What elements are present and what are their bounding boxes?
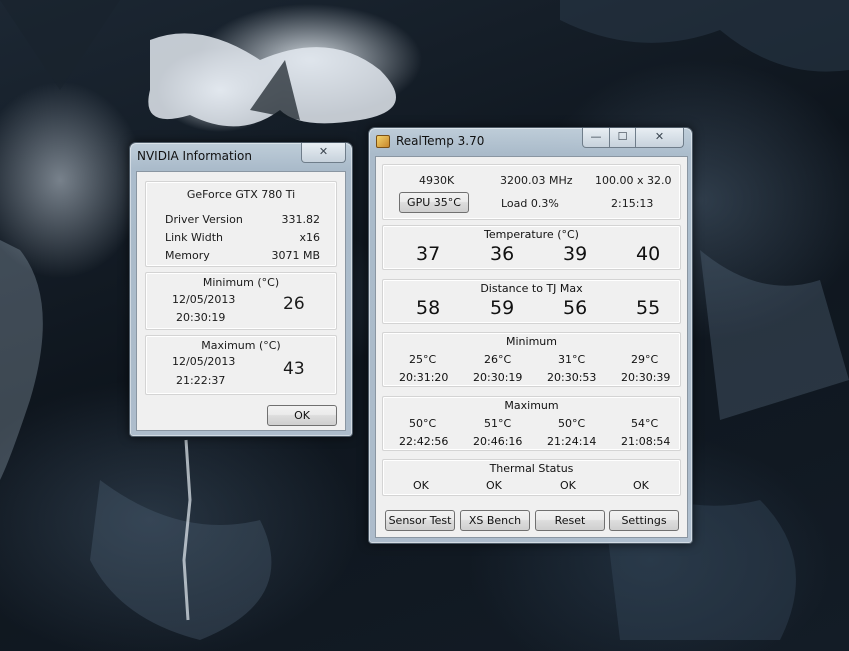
max-temp-2: 50°C (558, 417, 586, 430)
nvidia-close-button[interactable]: ✕ (301, 143, 346, 163)
gpu-minimum-value: 26 (283, 294, 305, 314)
distance-panel: Distance to TJ Max 58 59 56 55 (382, 279, 681, 324)
link-width-label: Link Width (165, 231, 223, 244)
min-time-0: 20:31:20 (399, 371, 449, 384)
core-temp-2: 39 (563, 243, 588, 265)
memory-label: Memory (165, 249, 210, 262)
temperature-panel: Temperature (°C) 37 36 39 40 (382, 225, 681, 270)
min-time-2: 20:30:53 (547, 371, 597, 384)
core-temp-0: 37 (416, 243, 441, 265)
max-time-2: 21:24:14 (547, 435, 597, 448)
core-distance-3: 55 (636, 297, 661, 319)
gpu-minimum-date: 12/05/2013 (172, 293, 236, 306)
gpu-info-panel: GeForce GTX 780 Ti Driver Version 331.82… (145, 181, 337, 267)
core-temp-3: 40 (636, 243, 661, 265)
gpu-minimum-panel: Minimum (°C) 12/05/2013 20:30:19 26 (145, 272, 337, 330)
realtemp-client-area: 4930K 3200.03 MHz 100.00 x 32.0 GPU 35°C… (375, 156, 688, 538)
core-temp-1: 36 (490, 243, 515, 265)
min-temp-1: 26°C (484, 353, 512, 366)
maximize-button[interactable]: ☐ (609, 128, 636, 148)
gpu-temp-button[interactable]: GPU 35°C (399, 192, 469, 213)
min-temp-2: 31°C (558, 353, 586, 366)
reset-button[interactable]: Reset (535, 510, 605, 531)
minimize-icon: — (590, 130, 602, 143)
close-icon: ✕ (654, 130, 665, 143)
maximize-icon: ☐ (617, 130, 628, 143)
min-time-3: 20:30:39 (621, 371, 671, 384)
gpu-name: GeForce GTX 780 Ti (186, 188, 296, 201)
thermal-status-3: OK (633, 479, 649, 492)
cpu-multiplier: 100.00 x 32.0 (595, 174, 672, 187)
min-time-1: 20:30:19 (473, 371, 523, 384)
gpu-maximum-panel: Maximum (°C) 12/05/2013 21:22:37 43 (145, 335, 337, 395)
settings-button[interactable]: Settings (609, 510, 679, 531)
minimize-button[interactable]: — (582, 128, 610, 148)
uptime: 2:15:13 (611, 197, 654, 210)
realtemp-window: RealTemp 3.70 — ☐ ✕ 4930K 3200.03 MHz 10… (368, 127, 693, 544)
core-distance-1: 59 (490, 297, 515, 319)
temperature-header: Temperature (°C) (484, 228, 579, 241)
min-temp-0: 25°C (409, 353, 437, 366)
link-width-value: x16 (299, 231, 320, 244)
max-temp-1: 51°C (484, 417, 512, 430)
max-time-1: 20:46:16 (473, 435, 523, 448)
thermal-status-0: OK (413, 479, 429, 492)
sensor-test-button[interactable]: Sensor Test (385, 510, 455, 531)
driver-version-value: 331.82 (281, 213, 321, 226)
max-temp-0: 50°C (409, 417, 437, 430)
ok-button[interactable]: OK (267, 405, 337, 426)
realtemp-window-title: RealTemp 3.70 (396, 134, 485, 148)
thermal-status-header: Thermal Status (489, 462, 574, 475)
gpu-maximum-time: 21:22:37 (176, 374, 226, 387)
max-time-3: 21:08:54 (621, 435, 671, 448)
driver-version-label: Driver Version (165, 213, 243, 226)
cpu-maximum-panel: Maximum 50°C 51°C 50°C 54°C 22:42:56 20:… (382, 396, 681, 451)
core-distance-0: 58 (416, 297, 441, 319)
realtemp-close-button[interactable]: ✕ (635, 128, 684, 148)
cpu-model: 4930K (419, 174, 455, 187)
gpu-minimum-header: Minimum (°C) (202, 276, 280, 289)
cpu-maximum-header: Maximum (504, 399, 559, 412)
memory-value: 3071 MB (271, 249, 320, 262)
realtemp-app-icon (376, 135, 390, 148)
thermal-status-2: OK (560, 479, 576, 492)
realtemp-titlebar[interactable]: RealTemp 3.70 — ☐ ✕ (369, 128, 692, 152)
core-distance-2: 56 (563, 297, 588, 319)
xs-bench-button[interactable]: XS Bench (460, 510, 530, 531)
close-icon: ✕ (318, 145, 329, 158)
min-temp-3: 29°C (631, 353, 659, 366)
thermal-status-1: OK (486, 479, 502, 492)
cpu-info-panel: 4930K 3200.03 MHz 100.00 x 32.0 GPU 35°C… (382, 164, 681, 220)
gpu-maximum-header: Maximum (°C) (201, 339, 281, 352)
max-time-0: 22:42:56 (399, 435, 449, 448)
nvidia-window-title: NVIDIA Information (137, 149, 252, 163)
cpu-minimum-panel: Minimum 25°C 26°C 31°C 29°C 20:31:20 20:… (382, 332, 681, 387)
distance-header: Distance to TJ Max (480, 282, 583, 295)
gpu-maximum-date: 12/05/2013 (172, 355, 236, 368)
thermal-status-panel: Thermal Status OK OK OK OK (382, 459, 681, 496)
gpu-maximum-value: 43 (283, 359, 305, 379)
nvidia-titlebar[interactable]: NVIDIA Information ✕ (130, 143, 352, 167)
max-temp-3: 54°C (631, 417, 659, 430)
cpu-load: Load 0.3% (501, 197, 559, 210)
nvidia-information-window: NVIDIA Information ✕ GeForce GTX 780 Ti … (129, 142, 353, 437)
cpu-minimum-header: Minimum (506, 335, 557, 348)
cpu-frequency: 3200.03 MHz (500, 174, 573, 187)
gpu-minimum-time: 20:30:19 (176, 311, 226, 324)
nvidia-client-area: GeForce GTX 780 Ti Driver Version 331.82… (136, 171, 346, 431)
